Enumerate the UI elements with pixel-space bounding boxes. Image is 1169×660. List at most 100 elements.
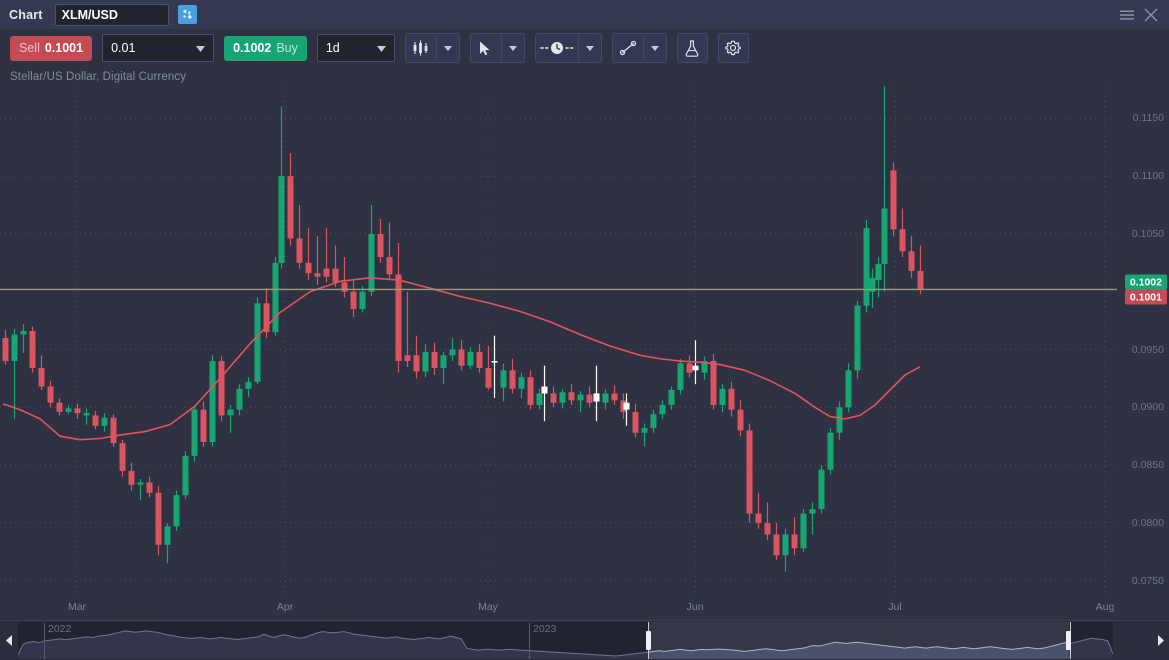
timeframe-select[interactable]: 1d xyxy=(316,34,395,62)
x-axis-tick-label: Jul xyxy=(888,601,902,613)
x-axis-tick-label: Mar xyxy=(67,601,87,613)
clock-dashed-icon[interactable] xyxy=(536,35,578,61)
title-bar: Chart xyxy=(0,0,1169,30)
symbol-input[interactable] xyxy=(54,3,169,26)
candle-body xyxy=(278,176,285,263)
trendline-icon[interactable] xyxy=(613,35,643,61)
time-tool-dropdown[interactable] xyxy=(577,35,601,61)
candle-body xyxy=(527,377,534,405)
time-axis[interactable]: Mar Apr May Jun Jul Aug xyxy=(0,598,1169,618)
candle-body xyxy=(881,208,888,264)
y-axis-tick-label: 0.0750 xyxy=(1131,574,1164,587)
sell-button[interactable]: Sell 0.1001 xyxy=(10,35,93,61)
candle-body xyxy=(686,363,693,373)
candle-body xyxy=(632,411,639,433)
candle-body xyxy=(110,417,117,444)
candle-body xyxy=(38,368,45,387)
candle-body xyxy=(29,331,36,369)
symbol-scatter-icon[interactable] xyxy=(177,5,197,24)
pointer-arrow-icon[interactable] xyxy=(471,35,501,61)
candle-body xyxy=(182,455,189,496)
candle-body xyxy=(227,409,234,416)
price-axis[interactable]: 0.1150 0.1100 0.1050 0.0950 0.0900 0.0850 0.08… xyxy=(1117,86,1169,598)
y-axis-tick-label: 0.0800 xyxy=(1131,516,1164,529)
chevron-down-icon xyxy=(376,39,386,57)
bid-tag: 0.1002 xyxy=(1124,274,1167,290)
candle-body xyxy=(577,394,584,401)
navigator-handle-left[interactable] xyxy=(645,631,651,650)
candle-body xyxy=(818,469,825,510)
chart-type-dropdown[interactable] xyxy=(435,35,459,61)
navigator-track[interactable]: 2022 2023 xyxy=(18,622,1113,659)
navigator-year-label: 2022 xyxy=(48,623,72,635)
candle-body xyxy=(65,408,72,412)
candle-body xyxy=(431,351,438,369)
candle-body xyxy=(863,228,870,306)
candle-body xyxy=(659,404,666,415)
candle-body xyxy=(164,526,171,545)
quantity-value: 0.01 xyxy=(111,41,136,55)
candle-body xyxy=(404,355,411,362)
candle-body xyxy=(800,513,807,549)
candle-body xyxy=(47,386,54,403)
candle-body xyxy=(209,361,216,442)
candle-body xyxy=(611,393,618,401)
candle-body xyxy=(200,409,207,442)
line-tool-group xyxy=(611,33,667,63)
candle-body xyxy=(650,414,657,429)
candle-body xyxy=(2,337,9,362)
symbol-scatter-glyph xyxy=(183,10,192,19)
x-axis-tick-label: May xyxy=(478,601,498,613)
candle-body xyxy=(593,393,600,402)
y-axis-tick-label: 0.1100 xyxy=(1132,170,1164,183)
candle-body xyxy=(908,251,915,271)
candle-body xyxy=(341,282,348,292)
candle-body xyxy=(92,415,99,426)
y-axis-tick-label: 0.0900 xyxy=(1131,401,1164,414)
buy-price: 0.1002 xyxy=(233,41,272,55)
hamburger-menu-icon[interactable] xyxy=(1117,5,1137,25)
candle-body xyxy=(677,363,684,390)
candle-body xyxy=(845,370,852,408)
flask-icon[interactable] xyxy=(676,33,708,63)
candle-body xyxy=(422,351,429,372)
range-navigator[interactable]: 2022 2023 xyxy=(0,620,1169,660)
y-axis-tick-label: 0.1050 xyxy=(1131,227,1164,240)
candle-body xyxy=(359,291,366,310)
price-plot[interactable] xyxy=(0,86,1117,598)
close-icon[interactable] xyxy=(1141,5,1161,25)
instrument-description: Stellar/US Dollar, Digital Currency xyxy=(10,71,187,83)
chart-type-group xyxy=(404,33,460,63)
cursor-tool-dropdown[interactable] xyxy=(500,35,524,61)
candle-body xyxy=(173,495,180,527)
navigator-handle-right[interactable] xyxy=(1066,631,1072,650)
candle-body xyxy=(245,381,252,389)
candle-body xyxy=(491,361,498,363)
gear-icon[interactable] xyxy=(717,33,749,63)
candle-body xyxy=(296,238,303,263)
buy-button[interactable]: 0.1002 Buy xyxy=(224,35,307,61)
candle-body xyxy=(458,349,465,366)
chart-area: 0.1150 0.1100 0.1050 0.0950 0.0900 0.0850 0.08… xyxy=(0,86,1169,598)
candle-body xyxy=(890,170,897,230)
candle-body xyxy=(782,534,789,556)
cursor-tool-group xyxy=(469,33,525,63)
candle-body xyxy=(305,262,312,274)
window-title: Chart xyxy=(9,7,43,22)
navigator-selection[interactable] xyxy=(647,622,1072,659)
chevron-left-icon[interactable] xyxy=(0,621,18,659)
time-tool-group xyxy=(534,33,602,63)
candle-body xyxy=(485,368,492,388)
quantity-select[interactable]: 0.01 xyxy=(102,34,215,62)
candle-body xyxy=(809,509,816,514)
chevron-right-icon[interactable] xyxy=(1151,621,1169,659)
line-tool-dropdown[interactable] xyxy=(642,35,666,61)
window-controls xyxy=(1117,5,1161,25)
candle-body xyxy=(314,273,321,277)
timeframe-value: 1d xyxy=(325,41,340,55)
candlestick-icon[interactable] xyxy=(406,35,436,61)
candle-body xyxy=(764,522,771,535)
candle-body xyxy=(323,268,330,277)
y-axis-tick-label: 0.1150 xyxy=(1132,112,1164,125)
candle-body xyxy=(719,388,726,405)
